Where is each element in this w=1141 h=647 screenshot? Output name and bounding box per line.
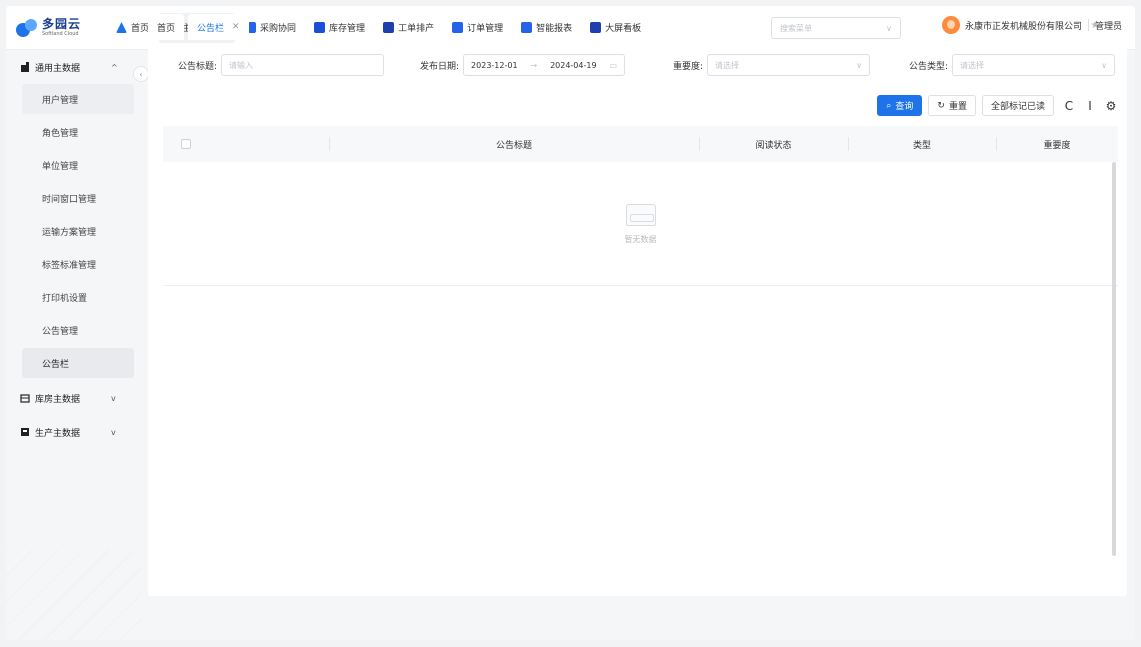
filter-type-label: 公告类型: <box>909 61 949 72</box>
sidebar-item-7[interactable]: 公告管理 <box>22 315 134 345</box>
tab-label: 公告栏 <box>197 23 225 34</box>
date-start: 2023-12-01 <box>471 60 518 70</box>
filter-date-label: 发布日期: <box>420 61 460 72</box>
sidebar: 通用主数据 ^ ‹ 用户管理 角色管理 单位管理 时间窗口管理 运输方案管理 标签标准管理… <box>6 50 149 640</box>
sidebar-item-0[interactable]: 用户管理 <box>22 84 134 114</box>
mark-all-read-button[interactable]: 全部标记已读 <box>981 95 1054 116</box>
main-panel: 公告标题: 请输入 发布日期: 2023-12-01 → 2024-04-19 … <box>148 44 1127 596</box>
filter-importance-label: 重要度: <box>673 61 704 72</box>
filter-type: 公告类型: 请选择 ∨ <box>909 54 1116 76</box>
date-separator: → <box>530 60 538 70</box>
select-all-cell <box>163 126 329 162</box>
chevron-down-icon: v <box>111 427 116 437</box>
type-select[interactable]: 请选择 ∨ <box>952 54 1116 76</box>
title-input[interactable]: 请输入 <box>221 54 385 76</box>
brand-subtitle: Softland Cloud <box>42 31 79 37</box>
filter-date: 发布日期: 2023-12-01 → 2024-04-19 ▭ <box>420 54 626 76</box>
sidebar-item-5[interactable]: 标签标准管理 <box>22 249 134 279</box>
reset-icon: ↻ <box>937 100 945 111</box>
sidebar-item-2[interactable]: 单位管理 <box>22 150 134 180</box>
date-range-picker[interactable]: 2023-12-01 → 2024-04-19 ▭ <box>463 54 626 76</box>
bulletin-table: 公告标题 阅读状态 类型 重要度 暂无数据 <box>163 126 1118 286</box>
sidebar-group-label: 库房主数据 <box>35 394 81 405</box>
query-label: 查询 <box>895 102 914 112</box>
brand-logo[interactable]: 多园云 Softland Cloud <box>16 18 108 37</box>
sidebar-item-6[interactable]: 打印机设置 <box>22 282 134 312</box>
settings-icon[interactable]: ⚙ <box>1105 99 1117 113</box>
date-end: 2024-04-19 <box>550 60 597 70</box>
close-icon[interactable]: ✕ <box>232 22 240 32</box>
column-height-icon[interactable]: I <box>1084 99 1096 113</box>
logo-icon <box>16 18 38 37</box>
query-button[interactable]: ⌕ 查询 <box>877 95 923 116</box>
reset-label: 重置 <box>948 102 967 112</box>
column-header-read-status[interactable]: 阅读状态 <box>699 126 848 162</box>
empty-text: 暂无数据 <box>624 234 657 244</box>
importance-placeholder: 请选择 <box>715 60 740 70</box>
select-all-checkbox[interactable] <box>181 139 191 149</box>
search-icon: ⌕ <box>886 100 892 111</box>
app-window: 多园云 Softland Cloud 首页主数据管理采购协同库存管理工单排产订单… <box>6 6 1135 640</box>
collapse-sidebar-button[interactable]: ‹ <box>133 66 149 82</box>
filter-importance: 重要度: 请选择 ∨ <box>673 54 871 76</box>
sidebar-group-label: 通用主数据 <box>35 63 81 74</box>
more-icon[interactable]: ··· <box>1111 20 1121 31</box>
chevron-down-icon: ∨ <box>1101 60 1108 70</box>
decorative-watermark <box>6 550 142 640</box>
vertical-scrollbar[interactable] <box>1112 162 1116 556</box>
inbox-icon <box>625 203 656 226</box>
sidebar-group-label: 生产主数据 <box>35 428 81 439</box>
tab-home[interactable]: 首页 <box>148 14 185 40</box>
calendar-icon: ▭ <box>609 60 618 70</box>
type-placeholder: 请选择 <box>960 60 985 70</box>
sidebar-group-general[interactable]: 通用主数据 ^ <box>6 50 142 84</box>
sidebar-item-1[interactable]: 角色管理 <box>22 117 134 147</box>
sidebar-group-warehouse[interactable]: 库房主数据 v <box>6 381 142 415</box>
tab-bulletin[interactable]: 公告栏 ✕ <box>188 14 249 40</box>
tab-bar: 首页 公告栏 ✕ ★ ··· <box>148 12 1135 42</box>
sidebar-group-production[interactable]: 生产主数据 v <box>6 415 142 449</box>
table-header: 公告标题 阅读状态 类型 重要度 <box>163 126 1118 162</box>
sidebar-item-3[interactable]: 时间窗口管理 <box>22 183 134 213</box>
column-header-title[interactable]: 公告标题 <box>329 126 699 162</box>
chevron-down-icon: ∨ <box>856 60 863 70</box>
building-icon <box>21 62 29 72</box>
filter-title-label: 公告标题: <box>178 61 218 72</box>
action-bar: ⌕ 查询 ↻ 重置 全部标记已读 C I ⚙ <box>871 95 1117 116</box>
refresh-icon[interactable]: C <box>1063 99 1075 113</box>
brand-name: 多园云 <box>42 17 82 31</box>
column-header-importance[interactable]: 重要度 <box>996 126 1118 162</box>
chevron-up-icon: ^ <box>111 62 118 72</box>
sidebar-item-4[interactable]: 运输方案管理 <box>22 216 134 246</box>
reset-button[interactable]: ↻ 重置 <box>928 95 976 116</box>
home-icon <box>116 22 127 33</box>
filter-title: 公告标题: 请输入 <box>178 54 385 76</box>
star-icon[interactable]: ★ <box>1090 20 1099 31</box>
sidebar-item-8[interactable]: 公告栏 <box>22 348 134 378</box>
importance-select[interactable]: 请选择 ∨ <box>707 54 871 76</box>
chevron-down-icon: v <box>111 393 116 403</box>
column-header-type[interactable]: 类型 <box>848 126 996 162</box>
factory-icon <box>21 428 29 436</box>
nav-item-label: 首页 <box>131 24 150 34</box>
empty-state: 暂无数据 <box>163 162 1118 286</box>
title-input-placeholder: 请输入 <box>229 60 254 70</box>
warehouse-icon <box>20 394 30 403</box>
